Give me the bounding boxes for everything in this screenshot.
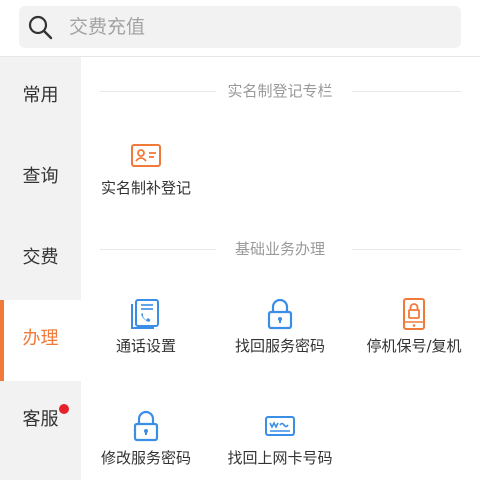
section-divider-left xyxy=(100,249,216,250)
tile-recover-password[interactable]: 找回服务密码 xyxy=(220,298,340,378)
tile-suspend-resume[interactable]: 停机保号/复机 xyxy=(354,298,474,378)
notification-dot xyxy=(59,404,69,414)
tile-label: 停机保号/复机 xyxy=(366,337,462,355)
tile-label: 找回上网卡号码 xyxy=(227,449,333,467)
search-placeholder: 交费充值 xyxy=(69,16,146,38)
section-divider-left xyxy=(100,91,216,92)
sidebar-item-label: 客服 xyxy=(22,409,59,430)
section-divider-right xyxy=(352,249,461,250)
sidebar: 常用 查询 交费 办理 客服 xyxy=(0,57,81,480)
tile-label: 实名制补登记 xyxy=(100,179,191,197)
sidebar-item-pay[interactable]: 交费 xyxy=(0,219,81,300)
section-title: 基础业务办理 xyxy=(234,240,325,258)
search-icon xyxy=(28,15,53,40)
call-settings-icon xyxy=(131,299,159,329)
lock-icon xyxy=(267,298,293,330)
tile-real-name-register[interactable]: 实名制补登记 xyxy=(86,140,206,220)
tile-change-password[interactable]: 修改服务密码 xyxy=(86,410,206,480)
search-bar: 交费充值 xyxy=(0,0,480,56)
sim-card-icon xyxy=(265,416,295,436)
sidebar-item-label: 常用 xyxy=(22,85,59,106)
section-divider-right xyxy=(352,91,461,92)
tile-recover-data-card-number[interactable]: 找回上网卡号码 xyxy=(220,410,340,480)
phone-lock-icon xyxy=(403,298,425,330)
tile-call-settings[interactable]: 通话设置 xyxy=(86,298,206,378)
search-input[interactable]: 交费充值 xyxy=(19,6,461,48)
sidebar-item-label: 交费 xyxy=(22,247,59,268)
lock-icon xyxy=(133,410,159,442)
id-card-icon xyxy=(131,144,161,167)
section-title: 实名制登记专栏 xyxy=(227,82,333,100)
sidebar-item-common[interactable]: 常用 xyxy=(0,57,81,138)
